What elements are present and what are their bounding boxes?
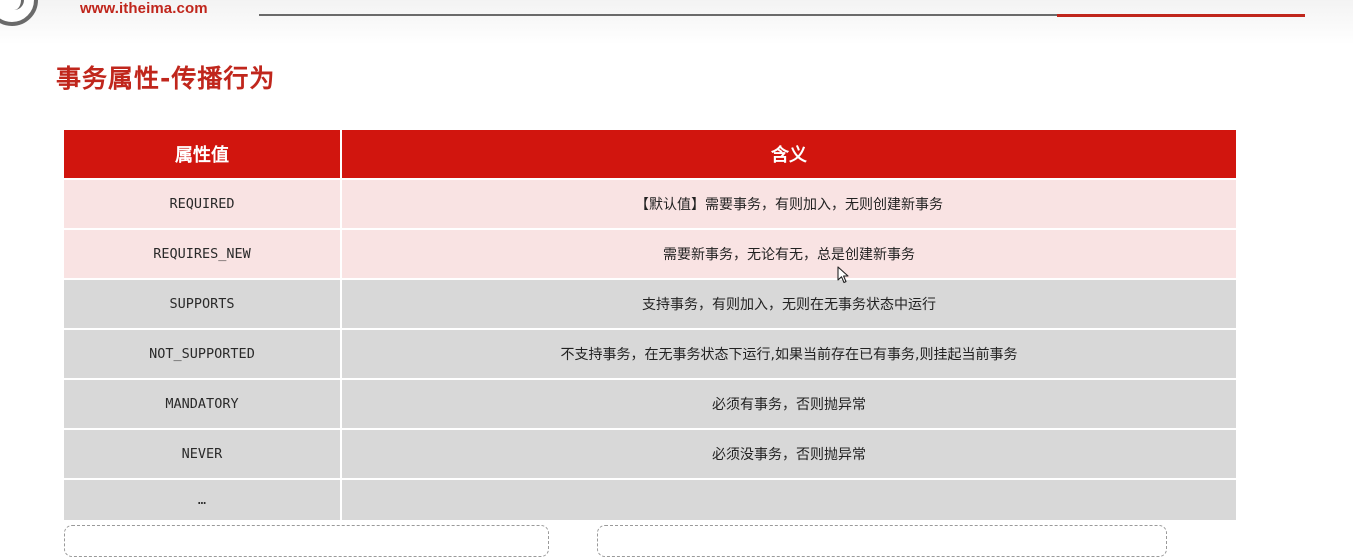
bottom-right-panel	[597, 525, 1167, 557]
bottom-left-panel	[64, 525, 549, 557]
property-value: MANDATORY	[64, 379, 342, 430]
property-value: SUPPORTS	[64, 279, 342, 330]
property-meaning: 支持事务，有则加入，无则在无事务状态中运行	[341, 279, 1236, 330]
table-row: NEVER 必须没事务，否则抛异常	[64, 429, 1236, 480]
mouse-cursor-icon	[837, 266, 849, 284]
table-row: SUPPORTS 支持事务，有则加入，无则在无事务状态中运行	[64, 279, 1236, 330]
column-header-meaning: 含义	[341, 130, 1236, 180]
property-value: REQUIRES_NEW	[64, 229, 342, 280]
property-value: REQUIRED	[64, 179, 342, 230]
table-row: MANDATORY 必须有事务，否则抛异常	[64, 379, 1236, 430]
property-meaning	[341, 479, 1236, 520]
property-meaning: 不支持事务，在无事务状态下运行,如果当前存在已有事务,则挂起当前事务	[341, 329, 1236, 380]
site-url: www.itheima.com	[80, 0, 208, 17]
table-row: NOT_SUPPORTED 不支持事务，在无事务状态下运行,如果当前存在已有事务…	[64, 329, 1236, 380]
property-value: NEVER	[64, 429, 342, 480]
column-header-value: 属性值	[64, 130, 342, 180]
propagation-table: 属性值 含义 REQUIRED 【默认值】需要事务，有则加入，无则创建新事务 R…	[64, 130, 1236, 520]
header-divider	[259, 14, 1057, 16]
header-divider-accent	[1057, 14, 1305, 17]
top-banner: www.itheima.com	[0, 0, 1353, 45]
property-value: …	[64, 479, 342, 520]
table-row: REQUIRED 【默认值】需要事务，有则加入，无则创建新事务	[64, 179, 1236, 230]
property-meaning: 必须没事务，否则抛异常	[341, 429, 1236, 480]
property-meaning: 需要新事务，无论有无，总是创建新事务	[341, 229, 1236, 280]
property-meaning: 【默认值】需要事务，有则加入，无则创建新事务	[341, 179, 1236, 230]
property-meaning: 必须有事务，否则抛异常	[341, 379, 1236, 430]
table-row: REQUIRES_NEW 需要新事务，无论有无，总是创建新事务	[64, 229, 1236, 280]
table-header-row: 属性值 含义	[64, 130, 1236, 180]
property-value: NOT_SUPPORTED	[64, 329, 342, 380]
page-title: 事务属性-传播行为	[56, 64, 276, 93]
table-row: …	[64, 479, 1236, 520]
